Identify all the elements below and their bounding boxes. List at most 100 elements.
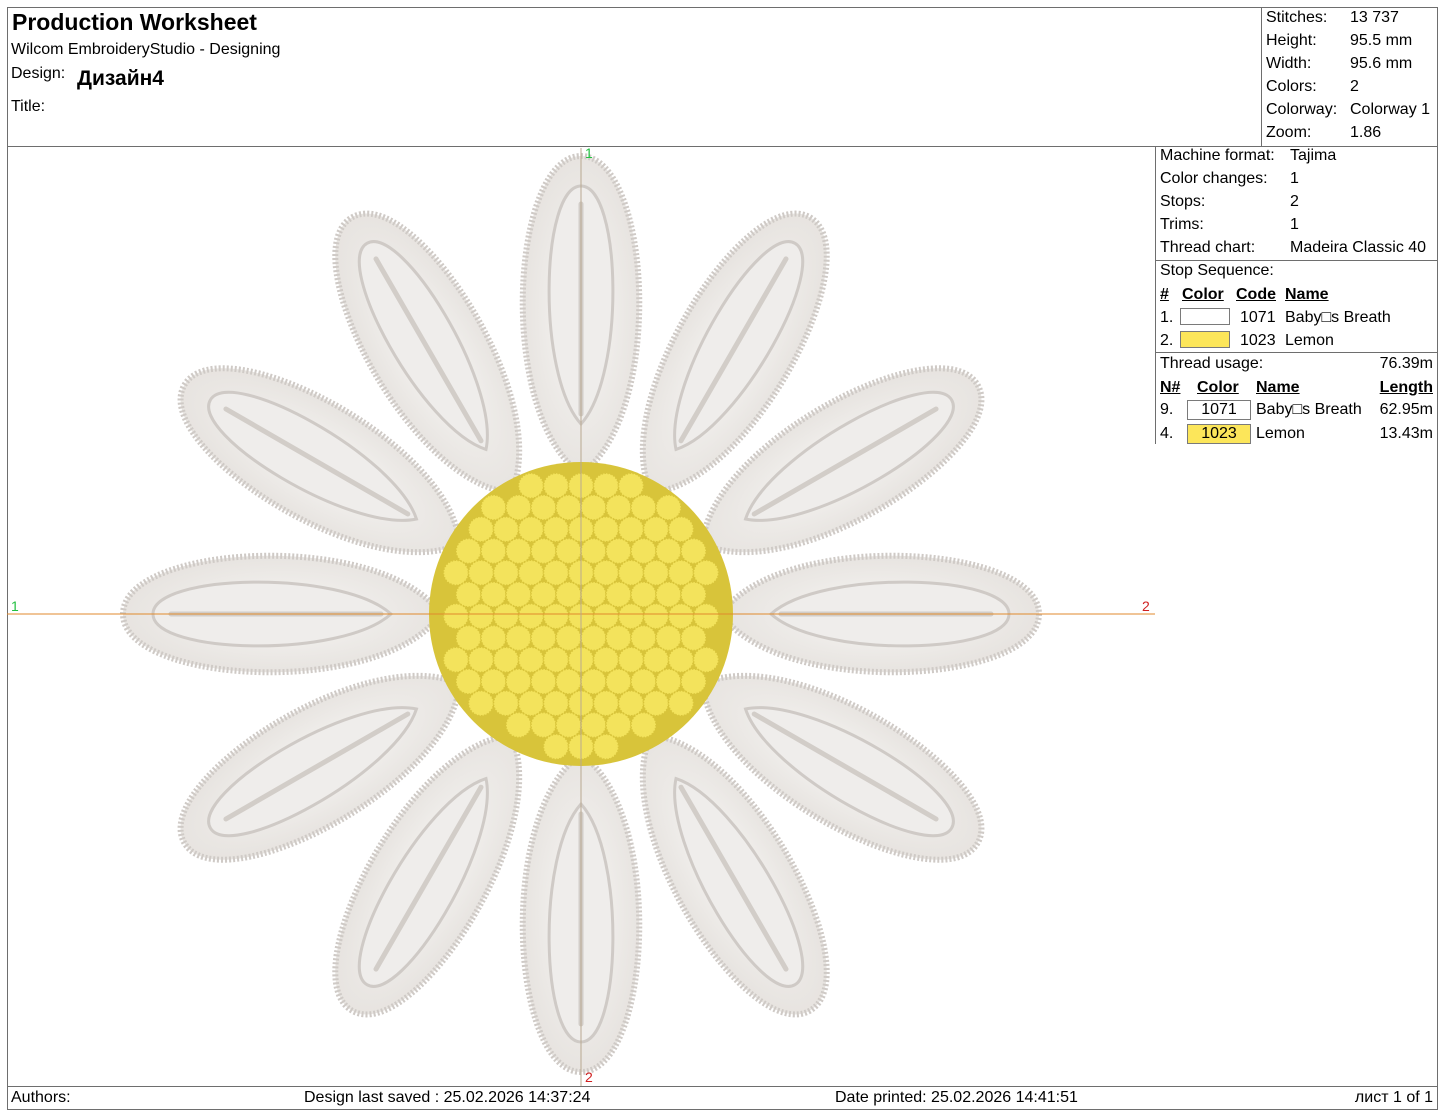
center-stitch [530, 494, 557, 521]
sheet-number: лист 1 of 1 [1354, 1089, 1433, 1106]
center-stitch [580, 668, 607, 695]
center-stitch [655, 537, 682, 565]
center-stitch [517, 472, 545, 499]
center-stitch [542, 646, 570, 673]
axis-left-label: 1 [11, 598, 19, 614]
center-stitch [555, 711, 582, 739]
center-stitch [605, 581, 632, 608]
axis-right-label: 2 [1142, 598, 1150, 614]
center-stitch [592, 603, 620, 630]
center-stitch [542, 690, 570, 717]
center-stitch [642, 559, 670, 586]
center-stitch [442, 559, 470, 586]
center-stitch [592, 516, 620, 543]
center-stitch [555, 581, 582, 608]
center-stitch [480, 624, 507, 652]
center-stitch [580, 624, 607, 652]
center-stitch [555, 494, 582, 521]
center-stitch [517, 603, 545, 630]
center-stitch [605, 711, 632, 739]
center-stitch [530, 668, 557, 695]
center-stitch [555, 624, 582, 652]
center-stitch [592, 646, 620, 673]
center-stitch [642, 603, 670, 630]
center-stitch [480, 537, 507, 565]
center-stitch [580, 711, 607, 739]
center-stitch [655, 668, 682, 695]
center-stitch [467, 646, 495, 673]
center-stitch [692, 646, 720, 673]
center-stitch [480, 668, 507, 695]
center-stitch [455, 537, 482, 565]
center-stitch [642, 516, 670, 543]
center-stitch [505, 494, 532, 521]
center-stitch [592, 559, 620, 586]
center-stitch [592, 472, 620, 499]
center-stitch [580, 537, 607, 565]
center-stitch [667, 559, 695, 586]
center-stitch [505, 537, 532, 565]
center-stitch [605, 668, 632, 695]
center-stitch [542, 559, 570, 586]
center-stitch [630, 537, 657, 565]
center-stitch [505, 581, 532, 608]
center-stitch [667, 516, 695, 543]
center-stitch [442, 603, 470, 630]
center-stitch [630, 668, 657, 695]
center-stitch [617, 559, 645, 586]
center-stitch [680, 624, 707, 652]
center-stitch [630, 494, 657, 521]
center-stitch [630, 581, 657, 608]
date-printed: Date printed: 25.02.2026 14:41:51 [835, 1089, 1078, 1106]
center-stitch [530, 537, 557, 565]
center-stitch [505, 711, 532, 739]
center-stitch [617, 690, 645, 717]
center-stitch [605, 494, 632, 521]
center-stitch [517, 559, 545, 586]
axis-bottom-label: 2 [585, 1069, 593, 1085]
center-stitch [467, 690, 495, 717]
center-stitch [605, 537, 632, 565]
center-stitch [480, 494, 507, 521]
center-stitch [505, 624, 532, 652]
center-stitch [617, 472, 645, 499]
center-stitch [455, 668, 482, 695]
center-stitch [642, 690, 670, 717]
center-stitch [442, 646, 470, 673]
center-stitch [517, 516, 545, 543]
center-stitch [517, 646, 545, 673]
center-stitch [692, 559, 720, 586]
center-stitch [592, 733, 620, 760]
center-stitch [655, 581, 682, 608]
center-stitch [517, 690, 545, 717]
center-stitch [617, 603, 645, 630]
design-preview [7, 148, 1155, 1086]
center-stitch [630, 624, 657, 652]
center-stitch [467, 516, 495, 543]
center-stitch [605, 624, 632, 652]
center-stitch [492, 559, 520, 586]
center-stitch [542, 516, 570, 543]
last-saved: Design last saved : 25.02.2026 14:37:24 [304, 1089, 591, 1106]
center-stitch [492, 690, 520, 717]
center-stitch [492, 646, 520, 673]
center-stitch [680, 668, 707, 695]
center-stitch [530, 581, 557, 608]
axis-top-label: 1 [585, 145, 593, 161]
center-stitch [617, 516, 645, 543]
center-stitch [555, 537, 582, 565]
center-stitch [630, 711, 657, 739]
center-stitch [680, 537, 707, 565]
center-stitch [530, 624, 557, 652]
center-stitch [667, 646, 695, 673]
center-stitch [655, 624, 682, 652]
center-stitch [642, 646, 670, 673]
center-stitch [617, 646, 645, 673]
center-stitch [480, 581, 507, 608]
center-stitch [580, 581, 607, 608]
center-stitch [530, 711, 557, 739]
center-stitch [467, 603, 495, 630]
center-stitch [555, 668, 582, 695]
footer-divider [7, 1086, 1438, 1087]
center-stitch [542, 472, 570, 499]
